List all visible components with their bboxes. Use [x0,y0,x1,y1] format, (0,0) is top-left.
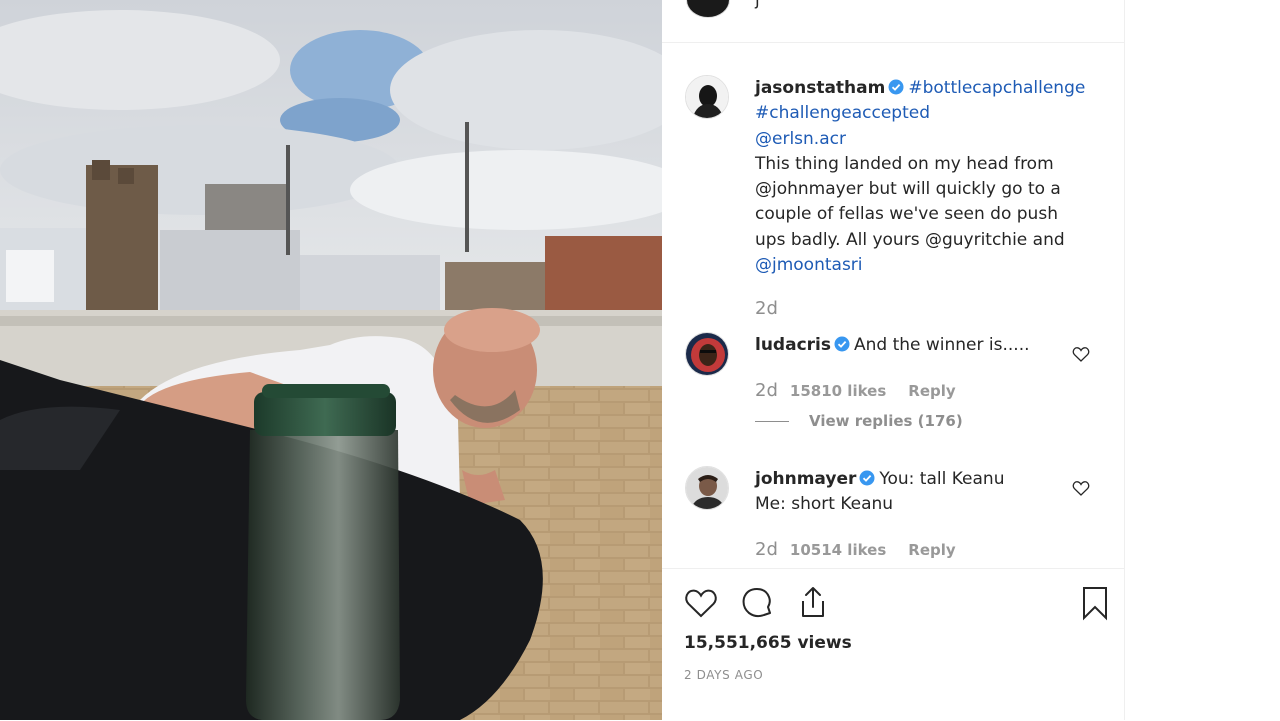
hashtag-link[interactable]: #bottlecapchallenge [908,78,1085,98]
caption-text: couple of fellas we've seen do push [755,204,1058,225]
bookmark-icon[interactable] [1077,585,1113,621]
verified-badge-icon [888,79,904,95]
mention-link[interactable]: @erlsn.acr [755,127,1095,152]
post-date[interactable]: 2 DAYS AGO [684,668,763,682]
video-frame-image [0,0,662,720]
comment-timestamp[interactable]: 2d [755,539,778,560]
caption-avatar[interactable] [685,75,729,119]
comment-text: And the winner is..... [853,335,1030,355]
comment-text: You: tall Keanu [879,469,1005,489]
comment: johnmayer You: tall Keanu Me: short Keanu [755,467,1075,517]
comment-icon[interactable] [739,585,775,621]
comment: ludacris And the winner is..... [755,333,1075,358]
comment-username[interactable]: ludacris [755,335,831,355]
commenter-avatar[interactable] [685,466,729,510]
verified-badge-icon [859,470,875,486]
caption-text: @johnmayer but will quickly go to a [755,179,1061,200]
page-background [1125,0,1280,720]
view-replies-label: View replies (176) [809,412,963,430]
comment-like-icon[interactable] [1072,346,1090,362]
post-caption: jasonstatham #bottlecapchallenge #challen… [755,76,1095,278]
heart-icon[interactable] [683,585,719,621]
caption-text: This thing landed on my head from [755,153,1054,174]
comment-meta: 2d 15810 likes Reply [755,380,956,401]
verified-badge-icon [834,336,850,352]
hashtag-link[interactable]: #challengeaccepted [755,101,1095,126]
caption-text: ups badly. All yours @guyritchie and [755,229,1065,250]
caption-timestamp[interactable]: 2d [755,298,778,319]
replies-divider [755,421,789,422]
post-header: j [662,0,1124,43]
post-side-panel: j jasonstatham #bottlecapchallenge #chall… [662,0,1125,720]
comment-likes[interactable]: 10514 likes [790,541,886,559]
post-video[interactable] [0,0,662,720]
comment-timestamp[interactable]: 2d [755,380,778,401]
view-count[interactable]: 15,551,665 views [684,633,852,653]
mention-link[interactable]: @jmoontasri [755,253,1095,278]
reply-button[interactable]: Reply [908,541,955,559]
author-username-partial[interactable]: j [755,0,760,10]
caption-username[interactable]: jasonstatham [755,78,885,98]
comment-meta: 2d 10514 likes Reply [755,539,956,560]
comment-username[interactable]: johnmayer [755,469,856,489]
comment-like-icon[interactable] [1072,480,1090,496]
post-actions: 15,551,665 views [662,568,1124,721]
commenter-avatar[interactable] [685,332,729,376]
reply-button[interactable]: Reply [908,382,955,400]
view-replies-button[interactable]: View replies (176) [755,412,963,430]
comment-likes[interactable]: 15810 likes [790,382,886,400]
comment-text: Me: short Keanu [755,494,894,514]
author-avatar[interactable] [686,0,730,18]
share-icon[interactable] [795,585,831,621]
